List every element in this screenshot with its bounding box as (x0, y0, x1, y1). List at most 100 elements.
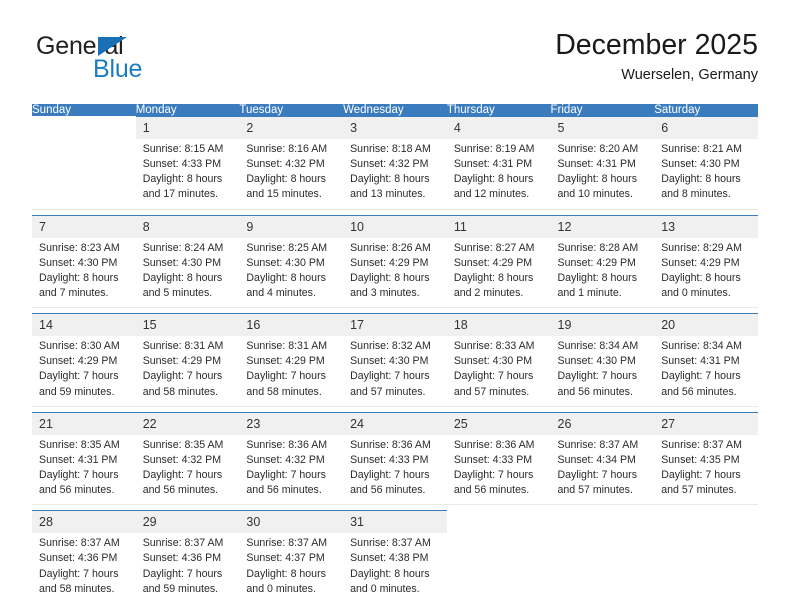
day-sunset-line: Sunset: 4:32 PM (246, 453, 325, 466)
day-number[interactable]: 5 (550, 116, 655, 139)
day-sunrise-line: Sunrise: 8:37 AM (557, 438, 639, 451)
day-number[interactable]: 22 (135, 411, 240, 435)
day-detail-row: Sunrise: 8:37 AM Sunset: 4:36 PM Daylight:… (32, 533, 758, 603)
day-sunrise-line: Sunrise: 8:37 AM (246, 537, 328, 550)
day-sunset-line: Sunset: 4:32 PM (142, 453, 222, 466)
day-number[interactable]: 18 (446, 313, 551, 337)
day-cell[interactable]: Sunrise: 8:27 AM Sunset: 4:29 PM Daylight:… (446, 237, 551, 308)
day-sunrise-line: Sunrise: 8:33 AM (453, 340, 535, 353)
day-cell[interactable]: Sunrise: 8:34 AM Sunset: 4:31 PM Daylight:… (654, 336, 758, 407)
day-sunrise-line: Sunrise: 8:35 AM (142, 438, 224, 451)
day-sunrise-line: Sunrise: 8:34 AM (557, 340, 639, 353)
day-sunrise-line: Sunrise: 8:15 AM (142, 143, 224, 155)
day-number[interactable]: 25 (446, 411, 551, 435)
day-cell[interactable]: Sunrise: 8:37 AM Sunset: 4:38 PM Daylight:… (343, 533, 447, 603)
day-number[interactable]: 23 (239, 411, 344, 435)
day-cell[interactable]: Sunrise: 8:31 AM Sunset: 4:29 PM Daylight:… (239, 336, 344, 407)
day-sunset-line: Sunset: 4:31 PM (453, 158, 533, 171)
day-cell[interactable]: Sunrise: 8:37 AM Sunset: 4:34 PM Daylight:… (550, 434, 655, 505)
day-cell[interactable]: Sunrise: 8:32 AM Sunset: 4:30 PM Daylight:… (343, 336, 447, 407)
day-daylight-line: and 59 minutes. (39, 385, 115, 398)
day-cell[interactable]: Sunrise: 8:18 AM Sunset: 4:32 PM Daylight:… (343, 139, 447, 210)
day-number[interactable]: 13 (654, 214, 758, 238)
brand-logo[interactable]: General Blue (34, 34, 234, 94)
day-number[interactable]: 17 (343, 313, 447, 337)
day-number[interactable]: 24 (343, 411, 447, 435)
day-sunset-line: Sunset: 4:33 PM (350, 453, 429, 466)
day-detail-row: Sunrise: 8:35 AM Sunset: 4:31 PM Daylight:… (32, 434, 758, 505)
day-sunrise-line: Sunrise: 8:36 AM (350, 438, 431, 451)
day-number[interactable]: 30 (239, 510, 344, 534)
day-cell[interactable]: Sunrise: 8:19 AM Sunset: 4:31 PM Daylight:… (446, 139, 551, 210)
day-sunset-line: Sunset: 4:32 PM (350, 158, 429, 171)
day-number[interactable]: 1 (135, 116, 240, 139)
day-number[interactable]: 16 (239, 313, 344, 337)
day-daylight-line: and 13 minutes. (350, 188, 426, 201)
day-cell[interactable]: Sunrise: 8:24 AM Sunset: 4:30 PM Daylight:… (135, 237, 240, 308)
day-sunrise-line: Sunrise: 8:31 AM (142, 340, 224, 353)
day-daylight-line: and 2 minutes. (453, 286, 524, 299)
day-cell[interactable]: Sunrise: 8:15 AM Sunset: 4:33 PM Daylight:… (135, 139, 240, 210)
day-cell-empty (446, 510, 551, 534)
day-cell[interactable]: Sunrise: 8:35 AM Sunset: 4:31 PM Daylight:… (32, 434, 136, 505)
day-daylight-line: and 12 minutes. (453, 188, 530, 201)
day-cell[interactable]: Sunrise: 8:36 AM Sunset: 4:33 PM Daylight:… (446, 434, 551, 505)
day-daylight-line: Daylight: 8 hours (246, 567, 326, 580)
day-number[interactable]: 3 (343, 116, 447, 139)
day-number[interactable]: 21 (32, 411, 136, 435)
day-daylight-line: and 0 minutes. (350, 582, 420, 595)
day-sunset-line: Sunset: 4:29 PM (142, 355, 222, 368)
day-number[interactable]: 27 (654, 411, 758, 435)
day-sunset-line: Sunset: 4:33 PM (453, 453, 533, 466)
day-number[interactable]: 19 (550, 313, 655, 337)
day-sunrise-line: Sunrise: 8:19 AM (453, 143, 535, 155)
day-daylight-line: Daylight: 8 hours (453, 271, 534, 284)
day-sunset-line: Sunset: 4:30 PM (142, 256, 222, 269)
day-number[interactable]: 14 (32, 313, 136, 337)
day-number[interactable]: 20 (654, 313, 758, 337)
day-daylight-line: and 58 minutes. (142, 385, 219, 398)
day-number[interactable]: 6 (654, 116, 758, 139)
day-number[interactable]: 15 (135, 313, 240, 337)
day-number[interactable]: 10 (343, 214, 447, 238)
day-cell[interactable]: Sunrise: 8:33 AM Sunset: 4:30 PM Daylight:… (446, 336, 551, 407)
day-number[interactable]: 2 (239, 116, 344, 139)
day-sunrise-line: Sunrise: 8:24 AM (142, 241, 224, 254)
day-cell[interactable]: Sunrise: 8:26 AM Sunset: 4:29 PM Daylight:… (343, 237, 447, 308)
day-number-row: 21 22 23 24 25 26 27 (32, 411, 758, 435)
day-sunset-line: Sunset: 4:36 PM (142, 552, 222, 565)
day-cell-empty (550, 510, 655, 534)
day-cell[interactable]: Sunrise: 8:36 AM Sunset: 4:33 PM Daylight:… (343, 434, 447, 505)
day-number[interactable]: 28 (32, 510, 136, 534)
day-number[interactable]: 11 (446, 214, 551, 238)
day-cell[interactable]: Sunrise: 8:21 AM Sunset: 4:30 PM Daylight:… (654, 139, 758, 210)
day-sunset-line: Sunset: 4:31 PM (557, 158, 636, 171)
day-daylight-line: Daylight: 8 hours (557, 173, 638, 186)
day-sunset-line: Sunset: 4:38 PM (350, 552, 429, 565)
day-number[interactable]: 31 (343, 510, 447, 534)
day-cell[interactable]: Sunrise: 8:37 AM Sunset: 4:35 PM Daylight:… (654, 434, 758, 505)
day-number[interactable]: 4 (446, 116, 551, 139)
day-cell[interactable]: Sunrise: 8:36 AM Sunset: 4:32 PM Daylight:… (239, 434, 344, 505)
day-cell[interactable]: Sunrise: 8:23 AM Sunset: 4:30 PM Daylight:… (32, 237, 136, 308)
day-daylight-line: Daylight: 7 hours (39, 567, 119, 580)
day-cell[interactable]: Sunrise: 8:25 AM Sunset: 4:30 PM Daylight:… (239, 237, 344, 308)
weekday-header-friday: Friday (550, 104, 655, 117)
day-cell[interactable]: Sunrise: 8:35 AM Sunset: 4:32 PM Daylight:… (135, 434, 240, 505)
day-number[interactable]: 26 (550, 411, 655, 435)
day-cell[interactable]: Sunrise: 8:29 AM Sunset: 4:29 PM Daylight:… (654, 237, 758, 308)
day-cell[interactable]: Sunrise: 8:20 AM Sunset: 4:31 PM Daylight:… (550, 139, 655, 210)
day-number[interactable]: 29 (135, 510, 240, 534)
day-number[interactable]: 7 (32, 214, 136, 238)
day-cell[interactable]: Sunrise: 8:31 AM Sunset: 4:29 PM Daylight:… (135, 336, 240, 407)
day-cell[interactable]: Sunrise: 8:37 AM Sunset: 4:36 PM Daylight:… (135, 533, 240, 603)
day-cell[interactable]: Sunrise: 8:16 AM Sunset: 4:32 PM Daylight:… (239, 139, 344, 210)
day-cell[interactable]: Sunrise: 8:37 AM Sunset: 4:36 PM Daylight:… (32, 533, 136, 603)
day-cell[interactable]: Sunrise: 8:37 AM Sunset: 4:37 PM Daylight:… (239, 533, 344, 603)
day-cell[interactable]: Sunrise: 8:30 AM Sunset: 4:29 PM Daylight:… (32, 336, 136, 407)
day-number[interactable]: 12 (550, 214, 655, 238)
day-cell[interactable]: Sunrise: 8:34 AM Sunset: 4:30 PM Daylight:… (550, 336, 655, 407)
day-cell[interactable]: Sunrise: 8:28 AM Sunset: 4:29 PM Daylight:… (550, 237, 655, 308)
day-number[interactable]: 9 (239, 214, 344, 238)
day-number[interactable]: 8 (135, 214, 240, 238)
